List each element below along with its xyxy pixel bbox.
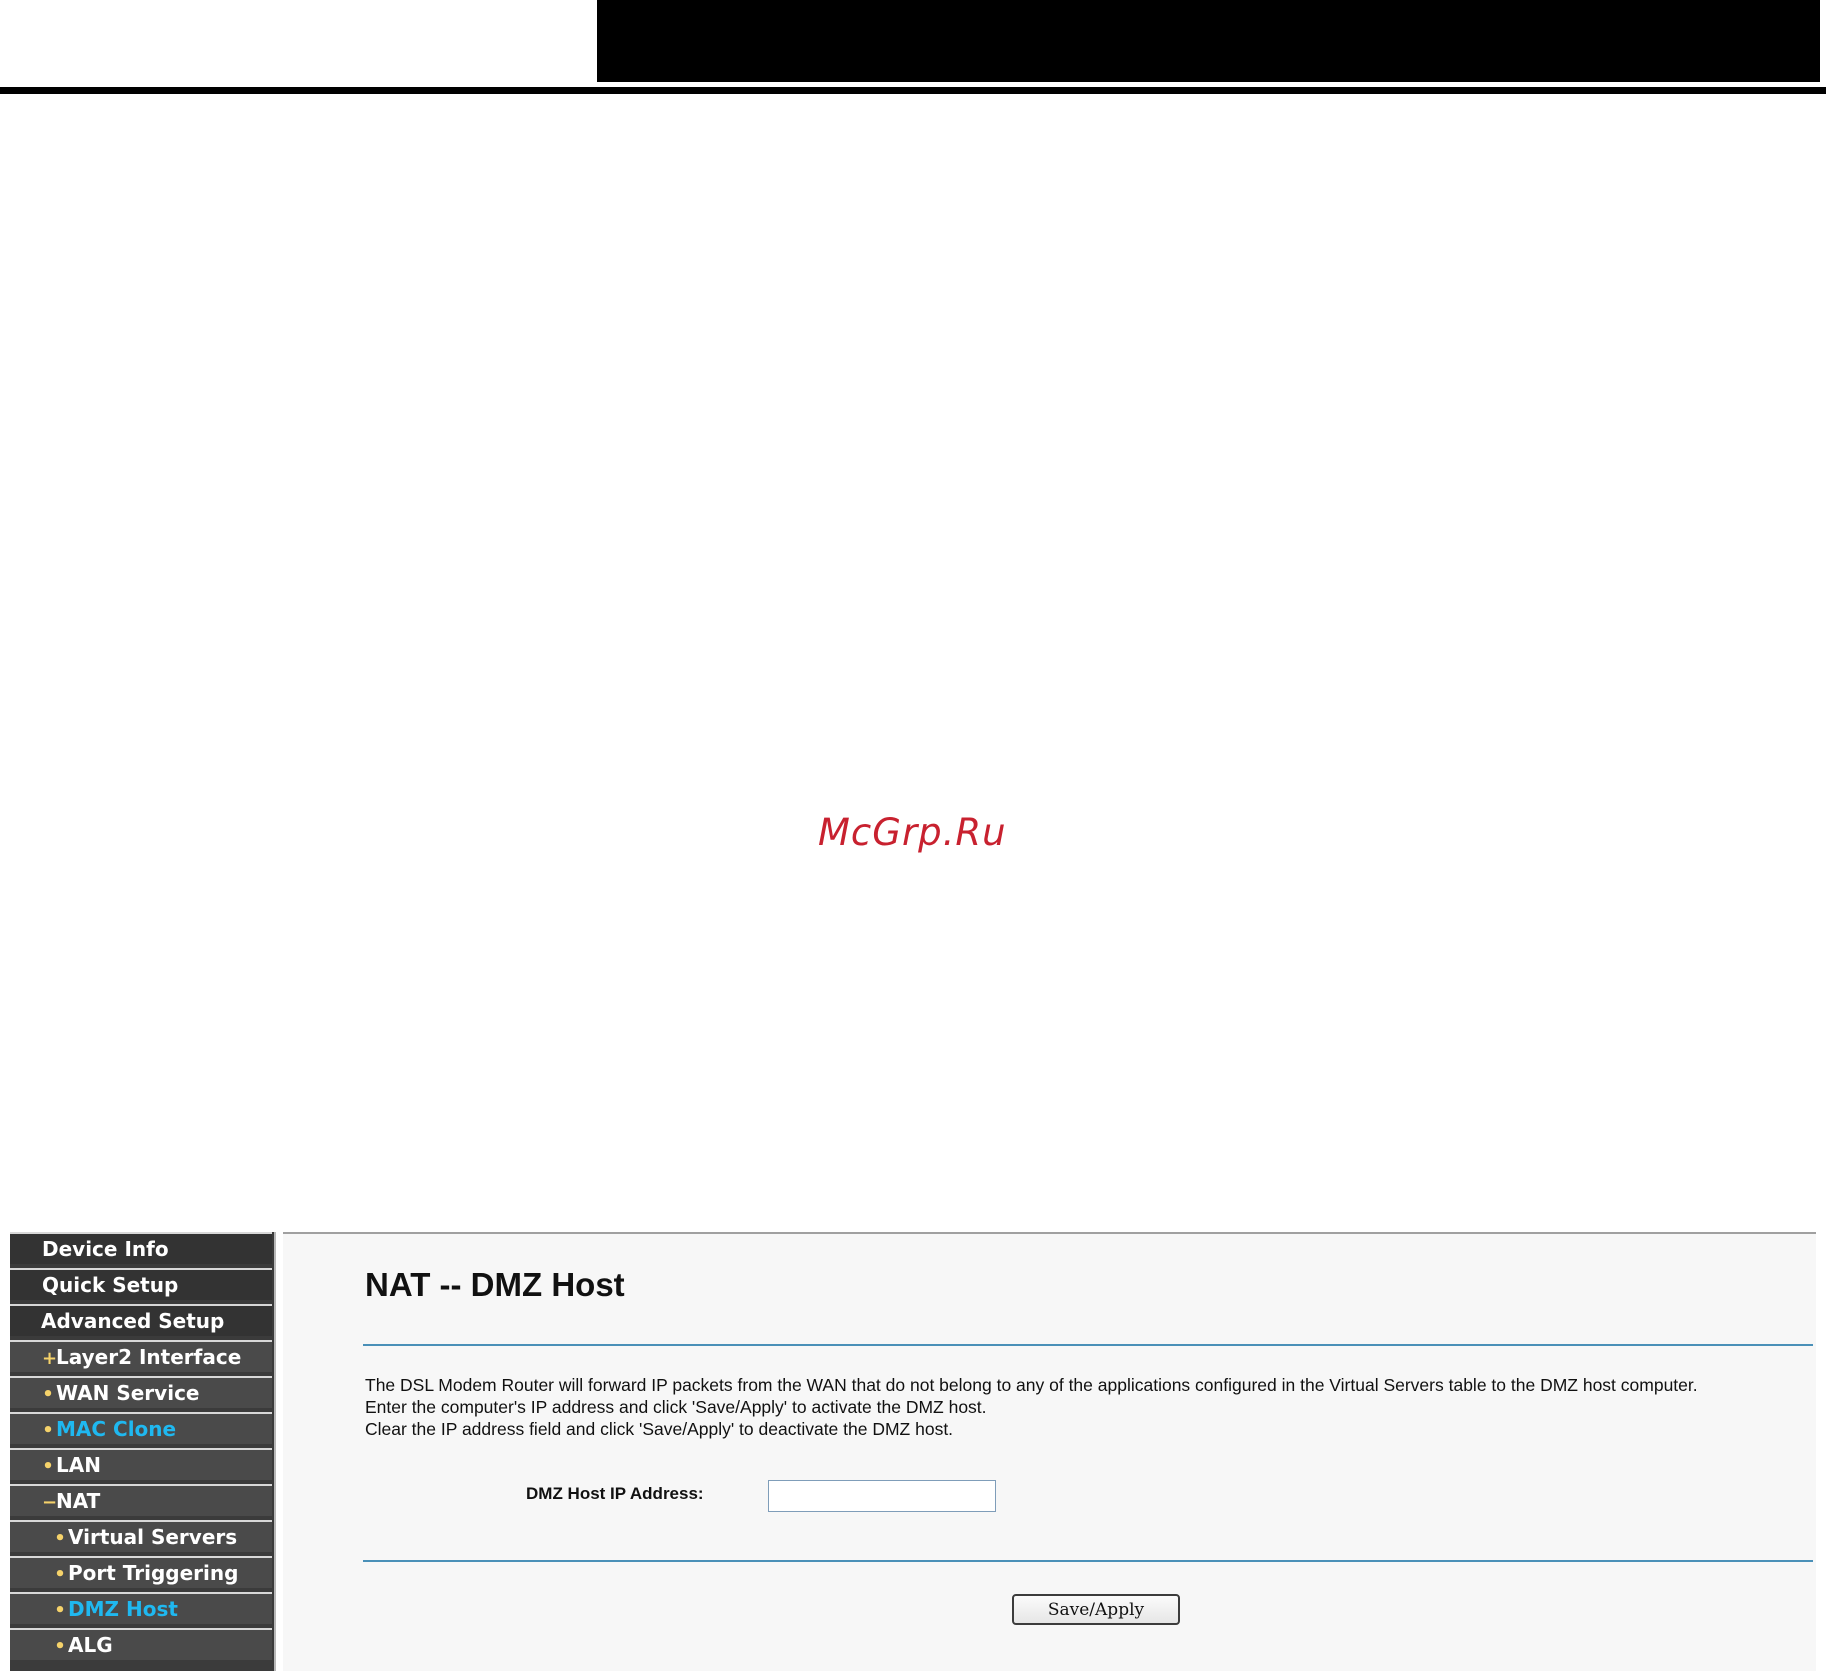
sidebar-item-label: Advanced Setup <box>41 1309 225 1333</box>
bullet-icon: • <box>42 1384 54 1405</box>
sidebar-item-lan[interactable]: • LAN <box>10 1448 272 1480</box>
sidebar-item-label: Quick Setup <box>42 1273 179 1297</box>
sidebar-nav: Device Info Quick Setup Advanced Setup +… <box>10 1232 275 1671</box>
bullet-icon: • <box>54 1528 66 1549</box>
sidebar-item-label: Layer2 Interface <box>56 1345 242 1369</box>
sidebar-item-label: Virtual Servers <box>68 1525 238 1549</box>
sidebar-item-label: ALG <box>68 1633 113 1657</box>
sidebar-item-layer2-interface[interactable]: +Layer2 Interface <box>10 1340 272 1372</box>
divider <box>363 1560 1813 1562</box>
sidebar-item-mac-clone[interactable]: • MAC Clone <box>10 1412 272 1444</box>
sidebar-item-nat[interactable]: −NAT <box>10 1484 272 1516</box>
dmz-host-ip-input[interactable] <box>768 1480 996 1512</box>
bullet-icon: • <box>54 1564 66 1585</box>
bullet-icon: • <box>54 1600 66 1621</box>
description-line: Clear the IP address field and click 'Sa… <box>365 1419 954 1439</box>
divider <box>363 1344 1813 1346</box>
sidebar-item-device-info[interactable]: Device Info <box>10 1232 272 1264</box>
dmz-host-ip-label: DMZ Host IP Address: <box>526 1484 704 1503</box>
main-content: NAT -- DMZ Host The DSL Modem Router wil… <box>283 1232 1816 1671</box>
sidebar-item-label: Device Info <box>42 1237 169 1261</box>
page-title: NAT -- DMZ Host <box>365 1266 625 1303</box>
sidebar-item-virtual-servers[interactable]: • Virtual Servers <box>10 1520 272 1552</box>
sidebar-item-quick-setup[interactable]: Quick Setup <box>10 1268 272 1300</box>
sidebar-item-label: MAC Clone <box>56 1417 177 1441</box>
header-rule <box>0 87 1826 94</box>
plus-icon: + <box>42 1348 58 1369</box>
minus-icon: − <box>42 1492 58 1513</box>
description: The DSL Modem Router will forward IP pac… <box>365 1374 1698 1440</box>
bullet-icon: • <box>42 1420 54 1441</box>
bullet-icon: • <box>54 1636 66 1657</box>
header-black-bar <box>597 0 1820 82</box>
sidebar-item-label: WAN Service <box>56 1381 200 1405</box>
sidebar-item-dmz-host[interactable]: • DMZ Host <box>10 1592 272 1624</box>
sidebar-item-label: DMZ Host <box>68 1597 178 1621</box>
page: McGrp.Ru Device Info Quick Setup Advance… <box>0 0 1826 1671</box>
bullet-icon: • <box>42 1456 54 1477</box>
watermark-text: McGrp.Ru <box>818 811 1007 854</box>
router-ui-screenshot: Device Info Quick Setup Advanced Setup +… <box>10 1232 1816 1671</box>
save-apply-button[interactable]: Save/Apply <box>1012 1594 1180 1625</box>
sidebar-item-label: NAT <box>56 1489 101 1513</box>
sidebar-item-advanced-setup[interactable]: Advanced Setup <box>10 1304 272 1336</box>
sidebar-item-port-triggering[interactable]: • Port Triggering <box>10 1556 272 1588</box>
description-line: The DSL Modem Router will forward IP pac… <box>365 1375 1698 1395</box>
sidebar-item-alg[interactable]: • ALG <box>10 1628 272 1660</box>
sidebar-item-wan-service[interactable]: • WAN Service <box>10 1376 272 1408</box>
sidebar-item-label: Port Triggering <box>68 1561 239 1585</box>
description-line: Enter the computer's IP address and clic… <box>365 1397 987 1417</box>
sidebar-item-label: LAN <box>56 1453 101 1477</box>
sidebar-divider <box>274 1232 280 1671</box>
